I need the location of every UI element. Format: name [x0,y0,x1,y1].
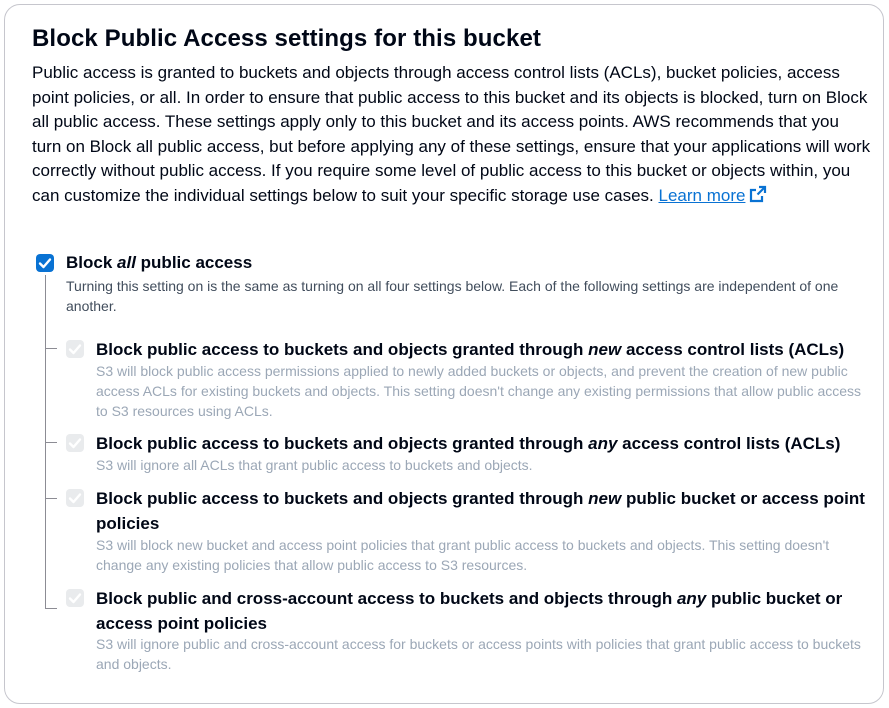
block-all-checkbox[interactable] [36,254,54,272]
option-any-acls-description: S3 will ignore all ACLs that grant publi… [96,457,533,473]
section-description: Public access is granted to buckets and … [32,61,872,209]
option-label-suffix[interactable]: access control lists (ACLs) [617,434,840,453]
option-new-policies-label[interactable]: Block public access to buckets and objec… [96,486,876,536]
external-link-icon[interactable] [749,185,767,203]
option-new-acls-description: S3 will block public access permissions … [96,363,862,419]
tree-connector-4 [45,608,57,609]
learn-more-label[interactable]: Learn more [659,186,746,205]
option-label-emphasis[interactable]: new [588,489,621,508]
option-cross-account-label[interactable]: Block public and cross-account access to… [96,586,876,636]
block-public-access-panel: Block Public Access settings for this bu… [4,4,884,704]
option-label-suffix[interactable]: access control lists (ACLs) [621,340,844,359]
section-title: Block Public Access settings for this bu… [32,25,541,52]
block-all-label-emphasis[interactable]: all [117,253,136,272]
option-new-policies-checkbox[interactable] [66,489,84,507]
tree-connector-2 [45,442,57,443]
option-label-emphasis[interactable]: any [677,589,706,608]
option-any-acls-label[interactable]: Block public access to buckets and objec… [96,431,876,456]
option-label-prefix[interactable]: Block public access to buckets and objec… [96,434,588,453]
option-label-prefix[interactable]: Block public and cross-account access to… [96,589,677,608]
option-cross-account-checkbox[interactable] [66,589,84,607]
option-label-prefix[interactable]: Block public access to buckets and objec… [96,340,588,359]
tree-connector-3 [45,498,57,499]
option-cross-account-description: S3 will ignore public and cross-account … [96,636,861,672]
description-text: Public access is granted to buckets and … [32,63,871,205]
option-new-policies-description: S3 will block new bucket and access poin… [96,537,830,573]
block-all-description: Turning this setting on is the same as t… [66,278,839,314]
option-any-acls-checkbox[interactable] [66,434,84,452]
tree-connector-1 [45,348,57,349]
block-all-label-suffix[interactable]: public access [136,253,253,272]
learn-more-link[interactable]: Learn more [659,185,768,205]
option-label-emphasis[interactable]: any [588,434,617,453]
option-new-acls-checkbox[interactable] [66,340,84,358]
option-label-emphasis[interactable]: new [588,340,621,359]
option-new-acls-label[interactable]: Block public access to buckets and objec… [96,337,876,362]
option-label-prefix[interactable]: Block public access to buckets and objec… [96,489,588,508]
block-all-label-prefix[interactable]: Block [66,253,117,272]
block-all-label[interactable]: Block all public access [66,253,252,273]
